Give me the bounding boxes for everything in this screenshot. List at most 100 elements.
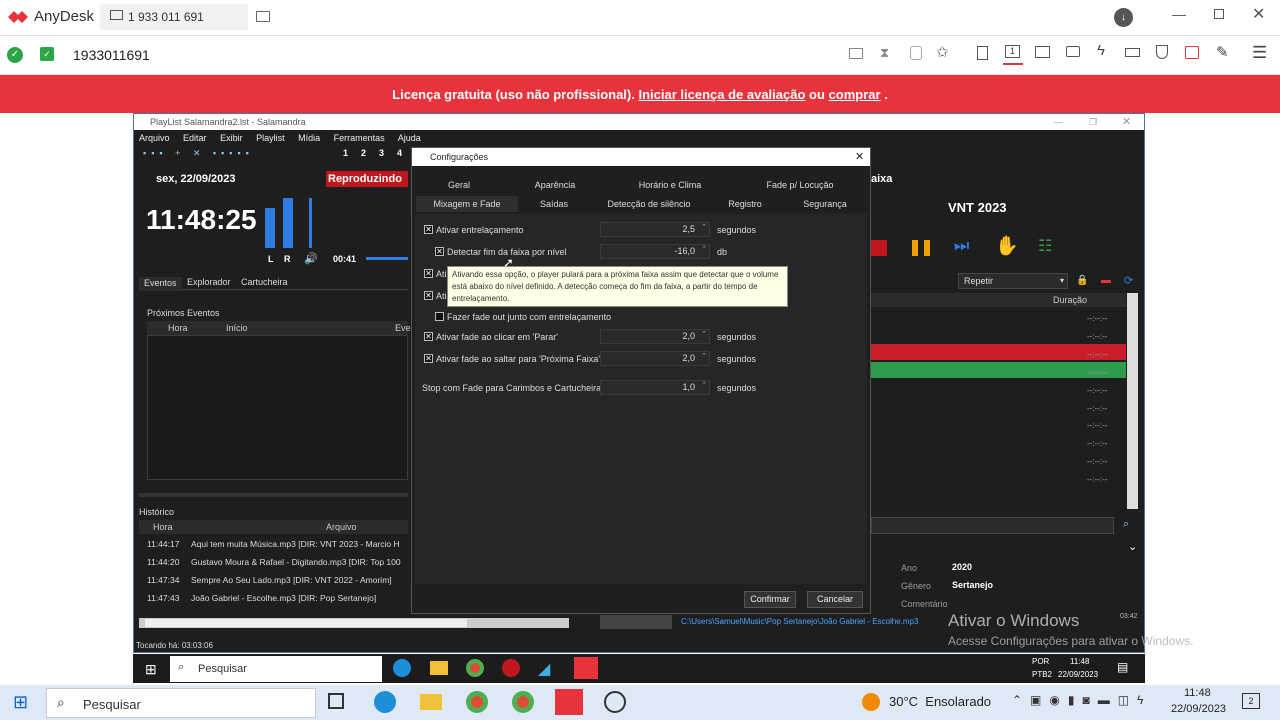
new-session-icon[interactable]: [256, 11, 270, 22]
entrelacamento-spin[interactable]: 2,5: [600, 221, 710, 237]
stop-fade-spin[interactable]: 1,0: [600, 379, 710, 395]
history-list[interactable]: 11:44:17 Aqui tem muita Música.mp3 [DIR: …: [139, 535, 408, 611]
playlist-scrollbar[interactable]: [1127, 293, 1138, 509]
hand-icon[interactable]: ✋: [995, 234, 1019, 258]
database-icon[interactable]: [910, 46, 922, 60]
menu-playlist[interactable]: Playlist: [256, 133, 285, 143]
toolbar-num-4[interactable]: 4: [397, 148, 402, 158]
display-icon[interactable]: [849, 48, 863, 59]
window-icon[interactable]: [1035, 46, 1050, 58]
detectar-fim-checkbox[interactable]: ✕: [435, 247, 444, 256]
tab-cartucheira[interactable]: Cartucheira: [241, 277, 288, 287]
monitor-1-icon[interactable]: 1: [1005, 45, 1020, 58]
tab-eventos[interactable]: Eventos: [139, 277, 182, 291]
menu-midia[interactable]: Mídia: [298, 133, 320, 143]
record-icon[interactable]: [1185, 46, 1199, 59]
remote-edge-icon[interactable]: [393, 659, 411, 677]
menu-ferramentas[interactable]: Ferramentas: [334, 133, 385, 143]
menu-icon[interactable]: ☰: [1252, 43, 1267, 63]
tab-mixagem-fade[interactable]: Mixagem e Fade: [416, 196, 518, 212]
notification-icon[interactable]: 2: [1242, 693, 1260, 709]
remote-chrome-icon[interactable]: [466, 659, 484, 677]
scroll-thumb[interactable]: [145, 619, 467, 627]
fade-proxima-checkbox[interactable]: ✕: [424, 354, 433, 363]
remote-search-box[interactable]: ⌕ Pesquisar: [170, 656, 382, 682]
history-scrollbar[interactable]: [139, 618, 569, 628]
menu-exibir[interactable]: Exibir: [220, 133, 243, 143]
remote-record-icon[interactable]: [502, 659, 520, 677]
anydesk-task-icon[interactable]: [555, 689, 583, 715]
next-track-icon[interactable]: ⏭: [954, 236, 969, 256]
history-row[interactable]: 11:44:17 Aqui tem muita Música.mp3 [DIR: …: [139, 539, 408, 553]
fade-proxima-spin[interactable]: 2,0: [600, 350, 710, 366]
fade-parar-checkbox[interactable]: ✕: [424, 332, 433, 341]
edge-icon[interactable]: [374, 691, 396, 713]
playlist-search[interactable]: [871, 517, 1114, 534]
clock-app-icon[interactable]: [604, 691, 626, 713]
buy-link[interactable]: comprar: [829, 87, 881, 102]
cancel-button[interactable]: Cancelar: [807, 591, 863, 608]
detectar-fim-spin[interactable]: -16,0: [600, 243, 710, 259]
chrome-2-icon[interactable]: [512, 691, 534, 713]
toolbar-num-3[interactable]: 3: [379, 148, 384, 158]
sync-icon[interactable]: ⟳: [1124, 274, 1133, 287]
tray-icons[interactable]: ⌃▣◉▮◙▬◫ϟ: [1012, 693, 1151, 707]
sal-maximize-button[interactable]: ❐: [1089, 114, 1097, 130]
chrome-icon[interactable]: [466, 691, 488, 713]
fade-parar-spin[interactable]: 2,0: [600, 328, 710, 344]
session-tab[interactable]: 1 933 011 691: [100, 4, 248, 30]
remote-salamandra-icon[interactable]: ◢: [538, 659, 556, 678]
search-box[interactable]: ⌕ Pesquisar: [46, 688, 316, 718]
file-icon[interactable]: [977, 46, 988, 60]
toolbar-num-2[interactable]: 2: [361, 148, 366, 158]
toolbar-num-1[interactable]: 1: [343, 148, 348, 158]
remote-folder-icon[interactable]: [430, 661, 448, 675]
star-icon[interactable]: ✩: [936, 43, 949, 61]
splitter[interactable]: [139, 493, 408, 497]
menu-editar[interactable]: Editar: [183, 133, 207, 143]
events-list[interactable]: [147, 335, 408, 480]
tab-horario-clima[interactable]: Horário e Clima: [620, 180, 720, 190]
remote-anydesk-icon[interactable]: [574, 657, 598, 679]
tab-geral[interactable]: Geral: [416, 180, 502, 190]
repeat-select[interactable]: Repetir ▾: [958, 273, 1068, 289]
option4-checkbox[interactable]: ✕: [424, 291, 433, 300]
equalizer-icon[interactable]: ☷: [1038, 236, 1052, 256]
tab-saidas[interactable]: Saídas: [524, 199, 584, 209]
volume-icon[interactable]: 🔊: [304, 252, 318, 265]
chat-icon[interactable]: [1066, 46, 1080, 57]
trial-link[interactable]: Iniciar licença de avaliação: [638, 87, 805, 102]
start-icon[interactable]: ⊞: [13, 692, 28, 713]
task-view-icon[interactable]: [328, 693, 344, 709]
tab-explorador[interactable]: Explorador: [187, 277, 231, 287]
folder-icon[interactable]: [420, 694, 442, 710]
tab-fade-locucao[interactable]: Fade p/ Locução: [750, 180, 850, 190]
pen-icon[interactable]: ✎: [1216, 43, 1229, 61]
progress-track[interactable]: [366, 257, 408, 260]
remote-notification-icon[interactable]: ▤: [1117, 660, 1128, 674]
stop-button[interactable]: [871, 240, 887, 256]
lock-icon[interactable]: 🔒: [1076, 275, 1088, 286]
binoculars-icon[interactable]: ⌕: [1123, 518, 1129, 531]
expand-icon[interactable]: ⌄: [1128, 540, 1137, 553]
tab-registro[interactable]: Registro: [710, 199, 780, 209]
toolbar-icons[interactable]: ▪▪▪ + ✕ ▪▪▪▪▪: [143, 148, 254, 158]
lightning-icon[interactable]: ϟ: [1097, 42, 1105, 59]
history-row[interactable]: 11:47:34 Sempre Ao Seu Lado.mp3 [DIR: VNT…: [139, 575, 408, 589]
remove-icon[interactable]: ▬: [1101, 275, 1111, 286]
pause-button[interactable]: [912, 240, 930, 256]
history-row[interactable]: 11:44:20 Gustavo Moura & Rafael - Digitan…: [139, 557, 408, 571]
fade-out-checkbox[interactable]: [435, 312, 444, 321]
shield-icon[interactable]: [1156, 45, 1168, 59]
hourglass-icon[interactable]: ⧗: [880, 45, 889, 61]
menu-arquivo[interactable]: Arquivo: [139, 133, 170, 143]
history-row[interactable]: 11:47:43 João Gabriel - Escolhe.mp3 [DIR:…: [139, 593, 408, 607]
config-close-button[interactable]: ✕: [855, 148, 864, 166]
remote-start-icon[interactable]: ⊞: [145, 661, 157, 678]
close-button[interactable]: ✕: [1252, 4, 1265, 24]
menu-ajuda[interactable]: Ajuda: [398, 133, 421, 143]
tab-deteccao-silencio[interactable]: Detecção de silêncio: [594, 199, 704, 209]
entrelacamento-checkbox[interactable]: ✕: [424, 225, 433, 234]
option3-checkbox[interactable]: ✕: [424, 269, 433, 278]
download-icon[interactable]: ↓: [1114, 8, 1133, 27]
